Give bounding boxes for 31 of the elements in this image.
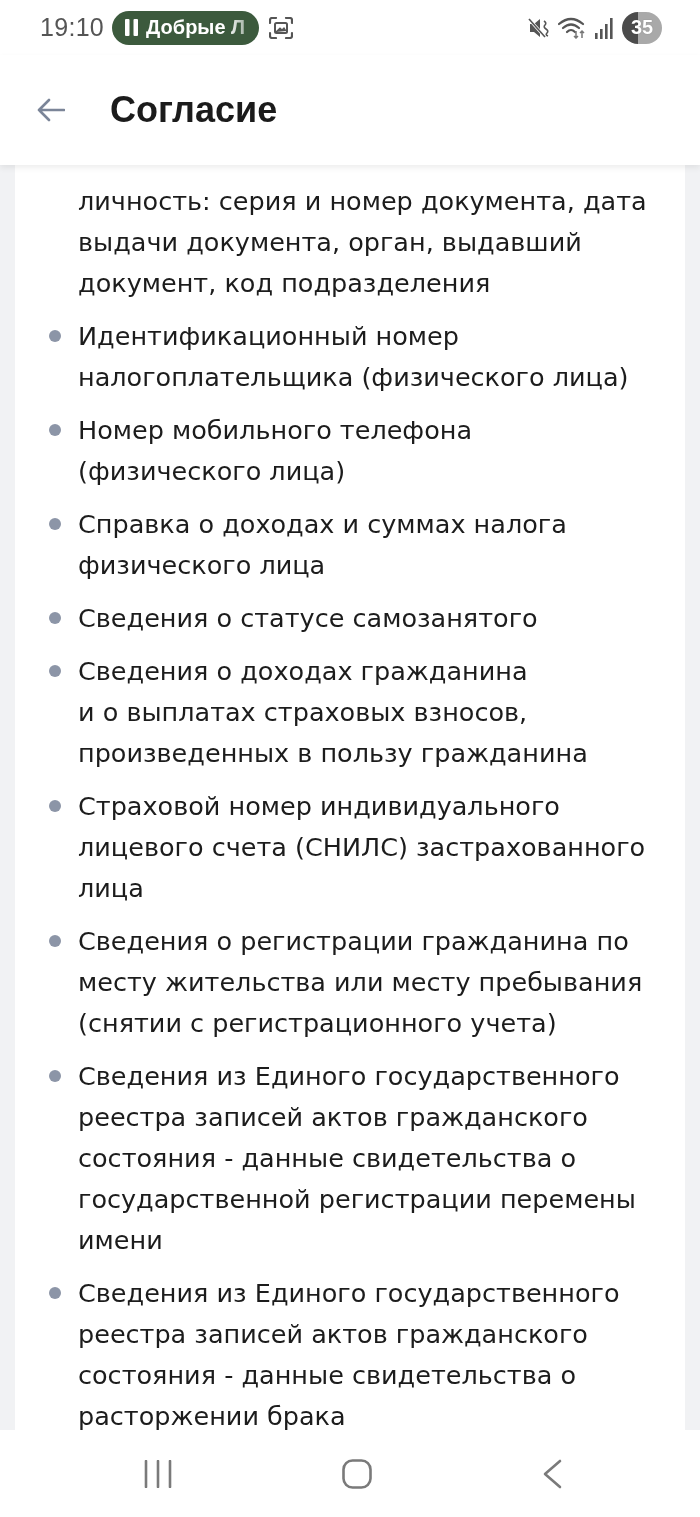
list-item-text: Номер мобильного телефона (физического лица) [78,414,474,488]
list-item-text: Справка о доходах и суммах налога физического лица [78,508,568,582]
status-time: 19:10 [40,13,105,42]
bullet-dot-icon [49,1070,61,1082]
bullet-dot-icon [49,935,61,947]
back-arrow-icon [37,98,65,122]
wifi-icon [558,16,586,39]
list-item-text: Сведения из Единого государственного реестра записей актов гражданского состояния - данные свидетельства о расторжении брака [78,1277,621,1430]
mute-icon [528,16,550,39]
list-item-text: личность: серия и номер документа, дата выдачи документа, орган, выдавший документ, код подразделения [78,185,648,300]
bullet-dot-icon [49,424,61,436]
bullet-dot-icon [49,518,61,530]
pause-icon [125,19,139,36]
recent-apps-icon[interactable] [144,1459,172,1488]
list-item-text: Сведения из Единого государственного реестра записей актов гражданского состояния - данные свидетельства о государственной регистрации перемены имени [78,1060,637,1257]
screenshot-icon[interactable] [269,16,294,39]
signal-icon [594,16,614,39]
bullet-dot-icon [49,1287,61,1299]
bullet-dot-icon [49,800,61,812]
page-title: Согласие [110,89,278,131]
list-item-text: Сведения о регистрации гражданина по месту жительства или месту пребывания (снятии с регистрационного учета) [78,925,644,1040]
bullet-dot-icon [49,612,61,624]
home-icon[interactable] [342,1458,372,1489]
back-icon[interactable] [542,1458,562,1489]
bullet-dot-icon [49,330,61,342]
bullet-dot-icon [49,665,61,677]
list-item-text: Сведения о доходах гражданина и о выплатах страховых взносов, произведенных в пользу гражданина [78,655,589,770]
list-item-text: Страховой номер индивидуального лицевого счета (СНИЛС) застрахованного лица [78,790,647,905]
media-chip[interactable]: Добрые Л [112,10,260,45]
list-item-text: Сведения о статусе самозанятого [78,602,539,635]
list-item-text: Идентификационный номер налогоплательщика (физического лица) [78,320,630,394]
